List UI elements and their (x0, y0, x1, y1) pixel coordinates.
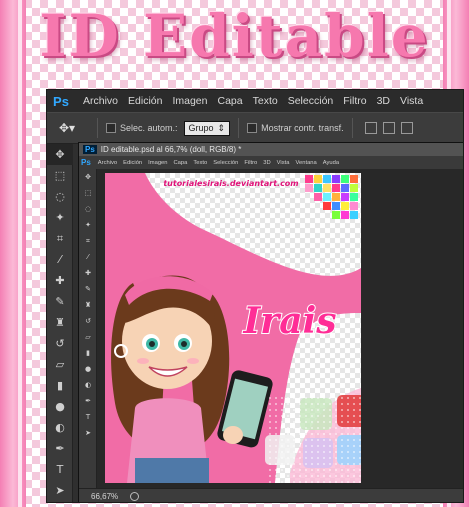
auto-select-dropdown[interactable]: Grupo ⇕ (183, 120, 231, 136)
menu-filtro[interactable]: Filtro (338, 95, 371, 107)
eraser-tool-icon: ▱ (85, 333, 91, 341)
blur-tool-icon[interactable]: ● (47, 396, 73, 417)
move-tool-icon: ✥ (85, 173, 91, 181)
nested-menu-item: Selección (213, 159, 239, 166)
menu-seleccion[interactable]: Selección (283, 95, 339, 107)
auto-select-option[interactable]: Selec. autom.: (106, 123, 178, 133)
photoshop-logo-icon: Ps (53, 93, 69, 109)
type-tool-icon: T (85, 413, 91, 421)
eyedropper-tool-icon: ⁄ (87, 253, 89, 261)
nested-menubar: Ps Archivo Edición Imagen Capa Texto Sel… (79, 156, 463, 169)
shape-tool-icon[interactable]: ▭ (47, 501, 73, 502)
path-selection-tool-icon: ➤ (85, 429, 91, 437)
transform-controls-label: Mostrar contr. transf. (261, 123, 344, 133)
dodge-tool-icon[interactable]: ◐ (47, 417, 73, 438)
brush-tool-icon[interactable]: ✎ (47, 291, 73, 312)
divider (97, 118, 98, 138)
gradient-tool-icon: ▮ (86, 349, 90, 357)
tools-panel: ✥ ⬚ ◌ ✦ ⌗ ⁄ ✚ ✎ ♜ ↺ ▱ ▮ ● ◐ ✒ T ➤ ▭ (47, 144, 73, 502)
move-tool-icon[interactable]: ✥ (47, 144, 73, 165)
crop-tool-icon[interactable]: ⌗ (47, 228, 73, 249)
menu-edicion[interactable]: Edición (123, 95, 167, 107)
align-top-icon[interactable] (364, 122, 377, 134)
align-bottom-icon[interactable] (400, 122, 413, 134)
healing-brush-tool-icon: ✚ (85, 269, 91, 277)
marquee-tool-icon[interactable]: ⬚ (47, 165, 73, 186)
nested-menu-item: Texto (193, 159, 208, 166)
lasso-tool-icon[interactable]: ◌ (47, 186, 73, 207)
dropdown-value: Grupo (188, 123, 214, 133)
document-tab[interactable]: Ps ID editable.psd al 66,7% (doll, RGB/8… (79, 143, 463, 156)
nested-tools-panel: ✥ ⬚ ◌ ✦ ⌗ ⁄ ✚ ✎ ♜ ↺ ▱ ▮ ● ◐ ✒ T ➤ (79, 169, 97, 488)
eraser-tool-icon[interactable]: ▱ (47, 354, 73, 375)
photoshop-logo-icon: Ps (81, 158, 91, 167)
nested-menu-item: Edición (123, 159, 143, 166)
clone-stamp-tool-icon: ♜ (84, 301, 92, 309)
dodge-tool-icon: ◐ (84, 381, 92, 389)
nested-menu-item: Vista (276, 159, 290, 166)
share-icon[interactable] (130, 491, 140, 501)
status-bar: 66,67% (79, 488, 463, 502)
pen-tool-icon: ✒ (85, 397, 91, 405)
menu-imagen[interactable]: Imagen (167, 95, 212, 107)
menu-texto[interactable]: Texto (248, 95, 283, 107)
dot-overlay (265, 393, 361, 483)
magic-wand-tool-icon[interactable]: ✦ (47, 207, 73, 228)
options-bar: ✥▾ Selec. autom.: Grupo ⇕ Mostrar contr.… (47, 112, 463, 144)
marquee-tool-icon: ⬚ (84, 189, 92, 197)
transform-controls-option[interactable]: Mostrar contr. transf. (247, 123, 344, 133)
align-buttons (364, 122, 413, 134)
healing-brush-tool-icon[interactable]: ✚ (47, 270, 73, 291)
nested-menu-item: Filtro (244, 159, 258, 166)
lasso-tool-icon: ◌ (84, 205, 92, 213)
type-tool-icon[interactable]: T (47, 459, 73, 480)
name-title-text: Irais (242, 300, 336, 342)
path-selection-tool-icon[interactable]: ➤ (47, 480, 73, 501)
gradient-tool-icon[interactable]: ▮ (47, 375, 73, 396)
blur-tool-icon: ● (84, 365, 92, 373)
transform-controls-checkbox[interactable] (247, 123, 258, 133)
document-title: ID editable.psd al 66,7% (doll, RGB/8) * (100, 145, 242, 154)
app-menubar: Ps Archivo Edición Imagen Capa Texto Sel… (47, 90, 463, 112)
brush-tool-icon: ✎ (85, 285, 91, 293)
align-middle-icon[interactable] (382, 122, 395, 134)
document-canvas[interactable]: tutorialesirais.deviantart.com Irais (105, 173, 361, 483)
divider (238, 118, 240, 138)
clone-stamp-tool-icon[interactable]: ♜ (47, 312, 73, 333)
banner-title: ID Editable (39, 2, 430, 70)
nested-menu-item: Imagen (148, 159, 168, 166)
photoshop-logo-icon: Ps (83, 145, 97, 154)
canvas-artwork: tutorialesirais.deviantart.com Irais (105, 173, 361, 483)
history-brush-tool-icon: ↺ (85, 317, 91, 325)
watermark-text: tutorialesirais.deviantart.com (163, 179, 298, 188)
pen-tool-icon[interactable]: ✒ (47, 438, 73, 459)
magic-wand-tool-icon: ✦ (85, 221, 91, 229)
document-window: Ps ID editable.psd al 66,7% (doll, RGB/8… (78, 142, 463, 502)
chevron-updown-icon: ⇕ (217, 122, 226, 133)
nested-menu-item: Ayuda (322, 159, 340, 166)
photoshop-window: Ps Archivo Edición Imagen Capa Texto Sel… (46, 89, 464, 503)
menu-capa[interactable]: Capa (213, 95, 248, 107)
menu-archivo[interactable]: Archivo (78, 95, 123, 107)
eyedropper-tool-icon[interactable]: ⁄ (47, 249, 73, 270)
menu-3d[interactable]: 3D (372, 95, 395, 107)
nested-menu-item: Archivo (97, 159, 118, 166)
menu-vista[interactable]: Vista (395, 95, 428, 107)
divider (351, 118, 353, 138)
nested-menu-item: 3D (263, 159, 271, 166)
nested-menu-item: Ventana (295, 159, 317, 166)
auto-select-checkbox[interactable] (106, 123, 116, 133)
crop-tool-icon: ⌗ (86, 236, 90, 245)
zoom-level[interactable]: 66,67% (91, 492, 118, 501)
auto-select-label: Selec. autom.: (120, 123, 178, 133)
move-tool-preset-icon[interactable]: ✥▾ (59, 118, 89, 138)
history-brush-tool-icon[interactable]: ↺ (47, 333, 73, 354)
nested-menu-item: Capa (173, 159, 188, 166)
